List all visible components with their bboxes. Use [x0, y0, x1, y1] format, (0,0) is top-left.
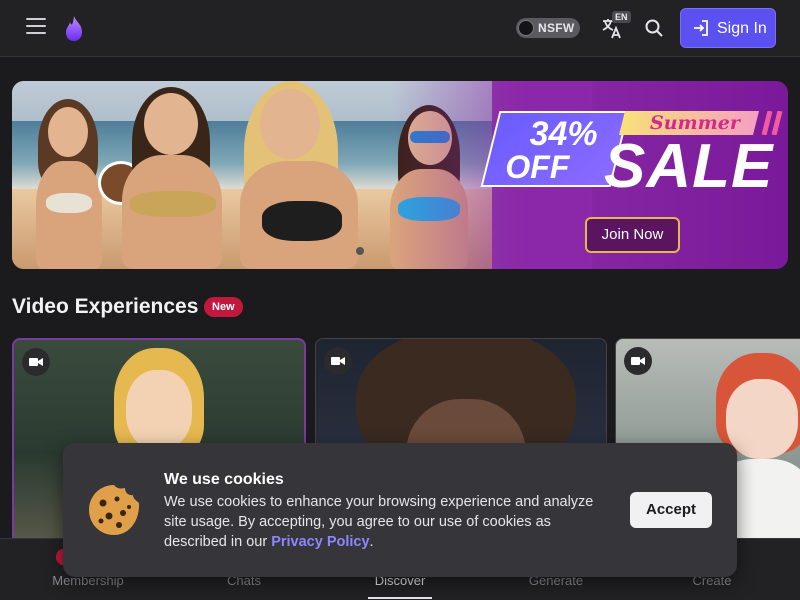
active-tab-indicator [368, 597, 432, 599]
cookie-consent-dialog: We use cookies We use cookies to enhance… [63, 443, 737, 577]
toggle-knob [518, 20, 534, 36]
character-face [726, 379, 798, 459]
accept-button[interactable]: Accept [630, 492, 712, 528]
nsfw-toggle[interactable]: NSFW [516, 18, 580, 38]
privacy-policy-link[interactable]: Privacy Policy [271, 534, 369, 550]
cookie-message: We use cookies to enhance your browsing … [164, 492, 614, 552]
sign-in-button[interactable]: Sign In [680, 8, 776, 48]
sale-heading: SALE [604, 132, 774, 201]
search-icon[interactable] [644, 18, 664, 38]
cookie-title: We use cookies [164, 471, 284, 488]
discount-off: OFF [505, 149, 570, 185]
video-camera-icon [22, 348, 50, 376]
menu-icon[interactable] [26, 18, 46, 36]
nsfw-label: NSFW [538, 21, 575, 35]
join-now-button[interactable]: Join Now [585, 217, 680, 253]
cookie-icon [89, 485, 140, 535]
language-badge: EN [612, 11, 631, 23]
login-icon [694, 20, 708, 36]
top-header: NSFW EN Sign In [0, 0, 800, 57]
carousel-indicator[interactable] [356, 247, 364, 255]
cookie-text: We use cookies to enhance your browsing … [164, 494, 594, 550]
sign-in-label: Sign In [717, 20, 767, 37]
video-camera-icon [624, 347, 652, 375]
character-face [126, 370, 192, 450]
flame-logo-icon[interactable] [62, 14, 86, 42]
new-badge: New [204, 297, 243, 317]
cookie-period: . [369, 534, 374, 550]
video-camera-icon [324, 347, 352, 375]
section-title: Video Experiences [12, 295, 199, 318]
